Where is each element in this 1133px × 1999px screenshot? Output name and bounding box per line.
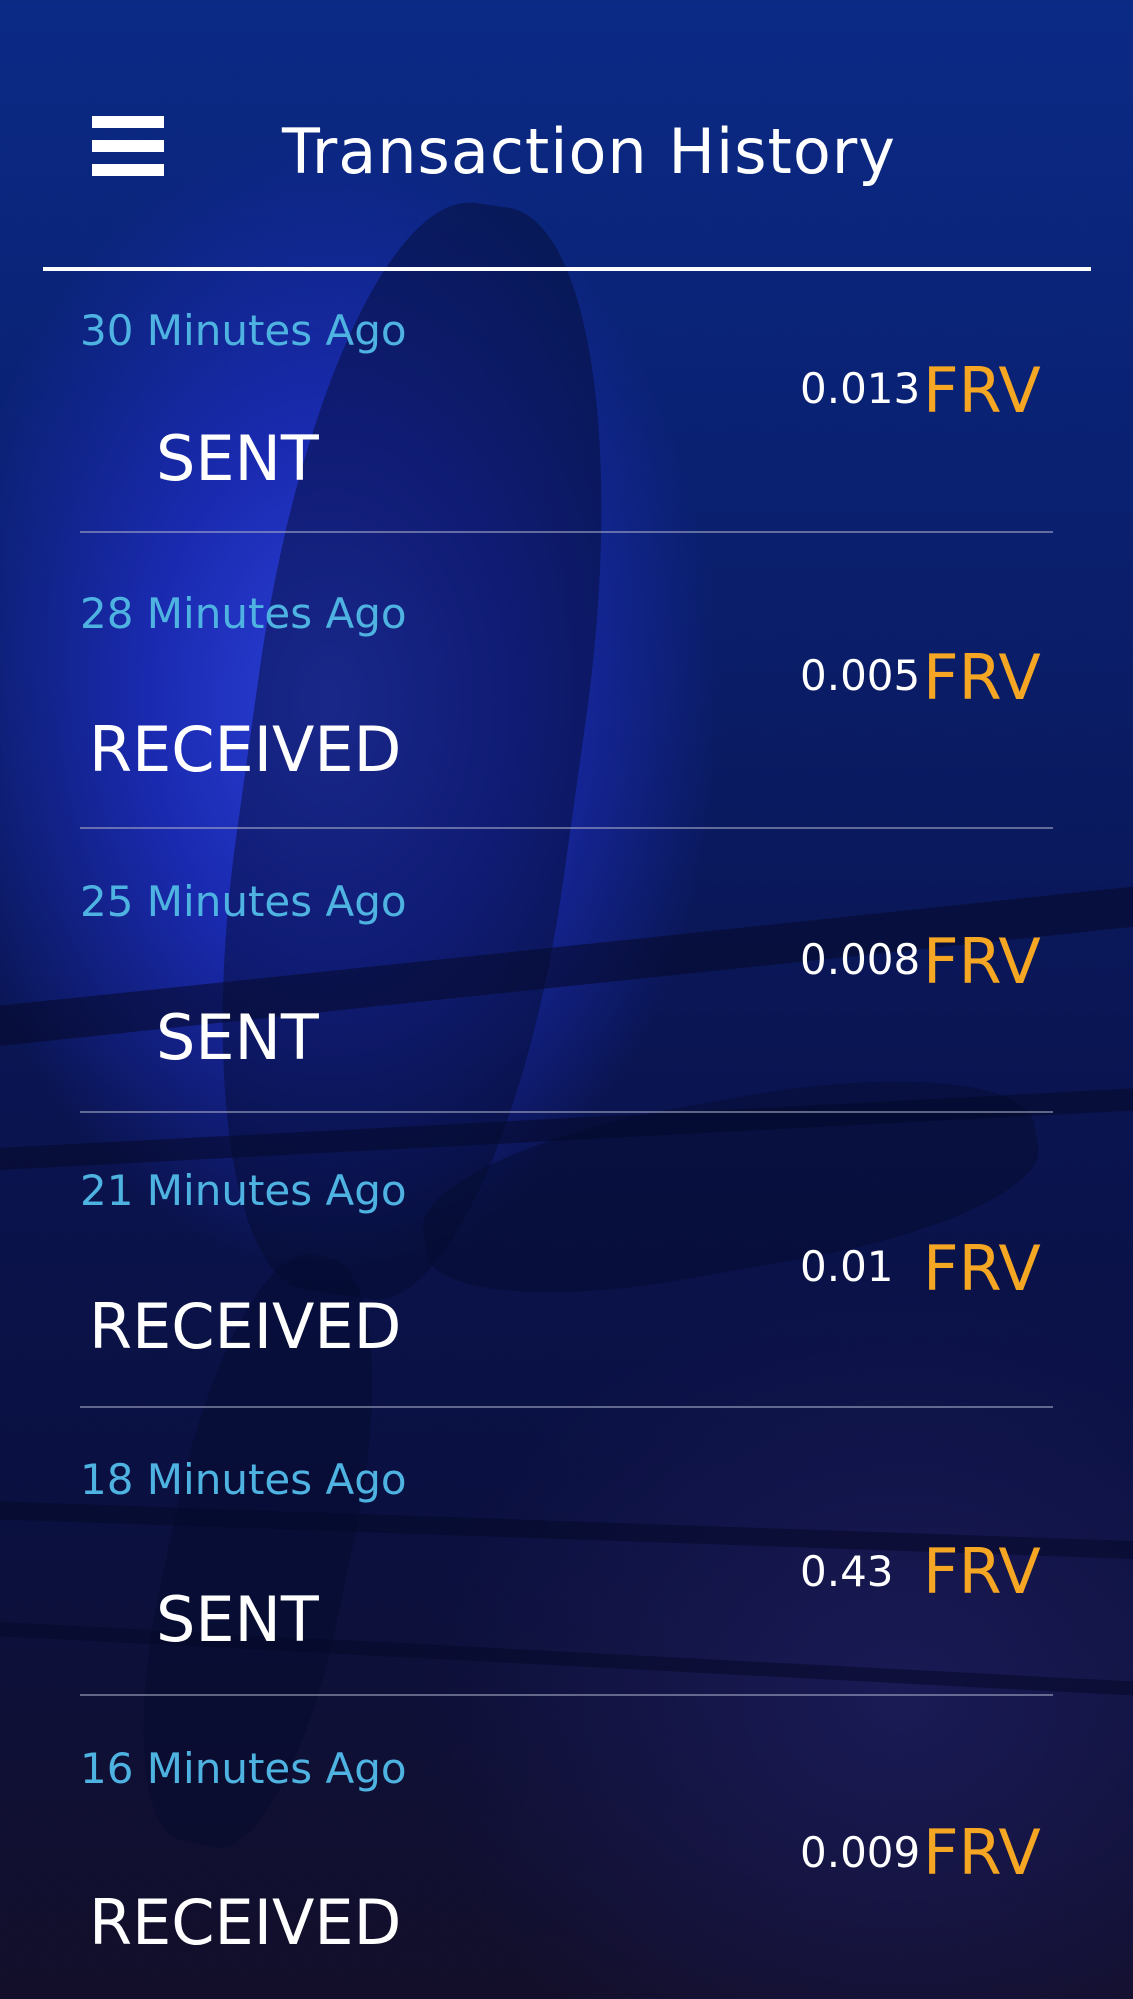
transaction-currency: FRV xyxy=(923,1816,1041,1889)
transaction-row[interactable]: 25 Minutes Ago SENT 0.008 FRV xyxy=(80,876,1053,1116)
transaction-time: 21 Minutes Ago xyxy=(80,1166,407,1215)
row-divider xyxy=(80,827,1053,829)
row-divider xyxy=(80,1111,1053,1113)
transaction-currency: FRV xyxy=(923,354,1041,427)
transaction-currency: FRV xyxy=(923,925,1041,998)
transaction-type: RECEIVED xyxy=(89,1886,402,1959)
transaction-row[interactable]: 18 Minutes Ago SENT 0.43 FRV xyxy=(80,1454,1053,1698)
transaction-type: SENT xyxy=(156,1001,319,1074)
transaction-type: SENT xyxy=(156,1583,319,1656)
transaction-time: 16 Minutes Ago xyxy=(80,1744,407,1793)
row-divider xyxy=(80,1406,1053,1408)
transaction-type: RECEIVED xyxy=(89,713,402,786)
page-title: Transaction History xyxy=(282,115,896,188)
transaction-amount: 0.005 xyxy=(800,651,921,700)
transaction-row[interactable]: 16 Minutes Ago RECEIVED 0.009 FRV xyxy=(80,1743,1053,1993)
row-divider xyxy=(80,531,1053,533)
transaction-currency: FRV xyxy=(923,641,1041,714)
transaction-amount: 0.009 xyxy=(800,1828,921,1877)
transaction-type: SENT xyxy=(156,422,319,495)
app-header: Transaction History xyxy=(0,0,1133,272)
transaction-currency: FRV xyxy=(923,1232,1041,1305)
transaction-currency: FRV xyxy=(923,1535,1041,1608)
transaction-time: 30 Minutes Ago xyxy=(80,306,407,355)
transaction-row[interactable]: 30 Minutes Ago SENT 0.013 FRV xyxy=(80,305,1053,535)
transaction-time: 18 Minutes Ago xyxy=(80,1455,407,1504)
hamburger-menu-icon[interactable] xyxy=(92,116,164,176)
transaction-row[interactable]: 28 Minutes Ago RECEIVED 0.005 FRV xyxy=(80,588,1053,829)
transaction-amount: 0.43 xyxy=(800,1547,894,1596)
transaction-row[interactable]: 21 Minutes Ago RECEIVED 0.01 FRV xyxy=(80,1165,1053,1409)
row-divider xyxy=(80,1694,1053,1696)
transaction-time: 28 Minutes Ago xyxy=(80,589,407,638)
transaction-time: 25 Minutes Ago xyxy=(80,877,407,926)
transaction-amount: 0.013 xyxy=(800,364,921,413)
header-divider xyxy=(43,267,1091,271)
transaction-type: RECEIVED xyxy=(89,1290,402,1363)
transaction-amount: 0.01 xyxy=(800,1242,894,1291)
transaction-amount: 0.008 xyxy=(800,935,921,984)
